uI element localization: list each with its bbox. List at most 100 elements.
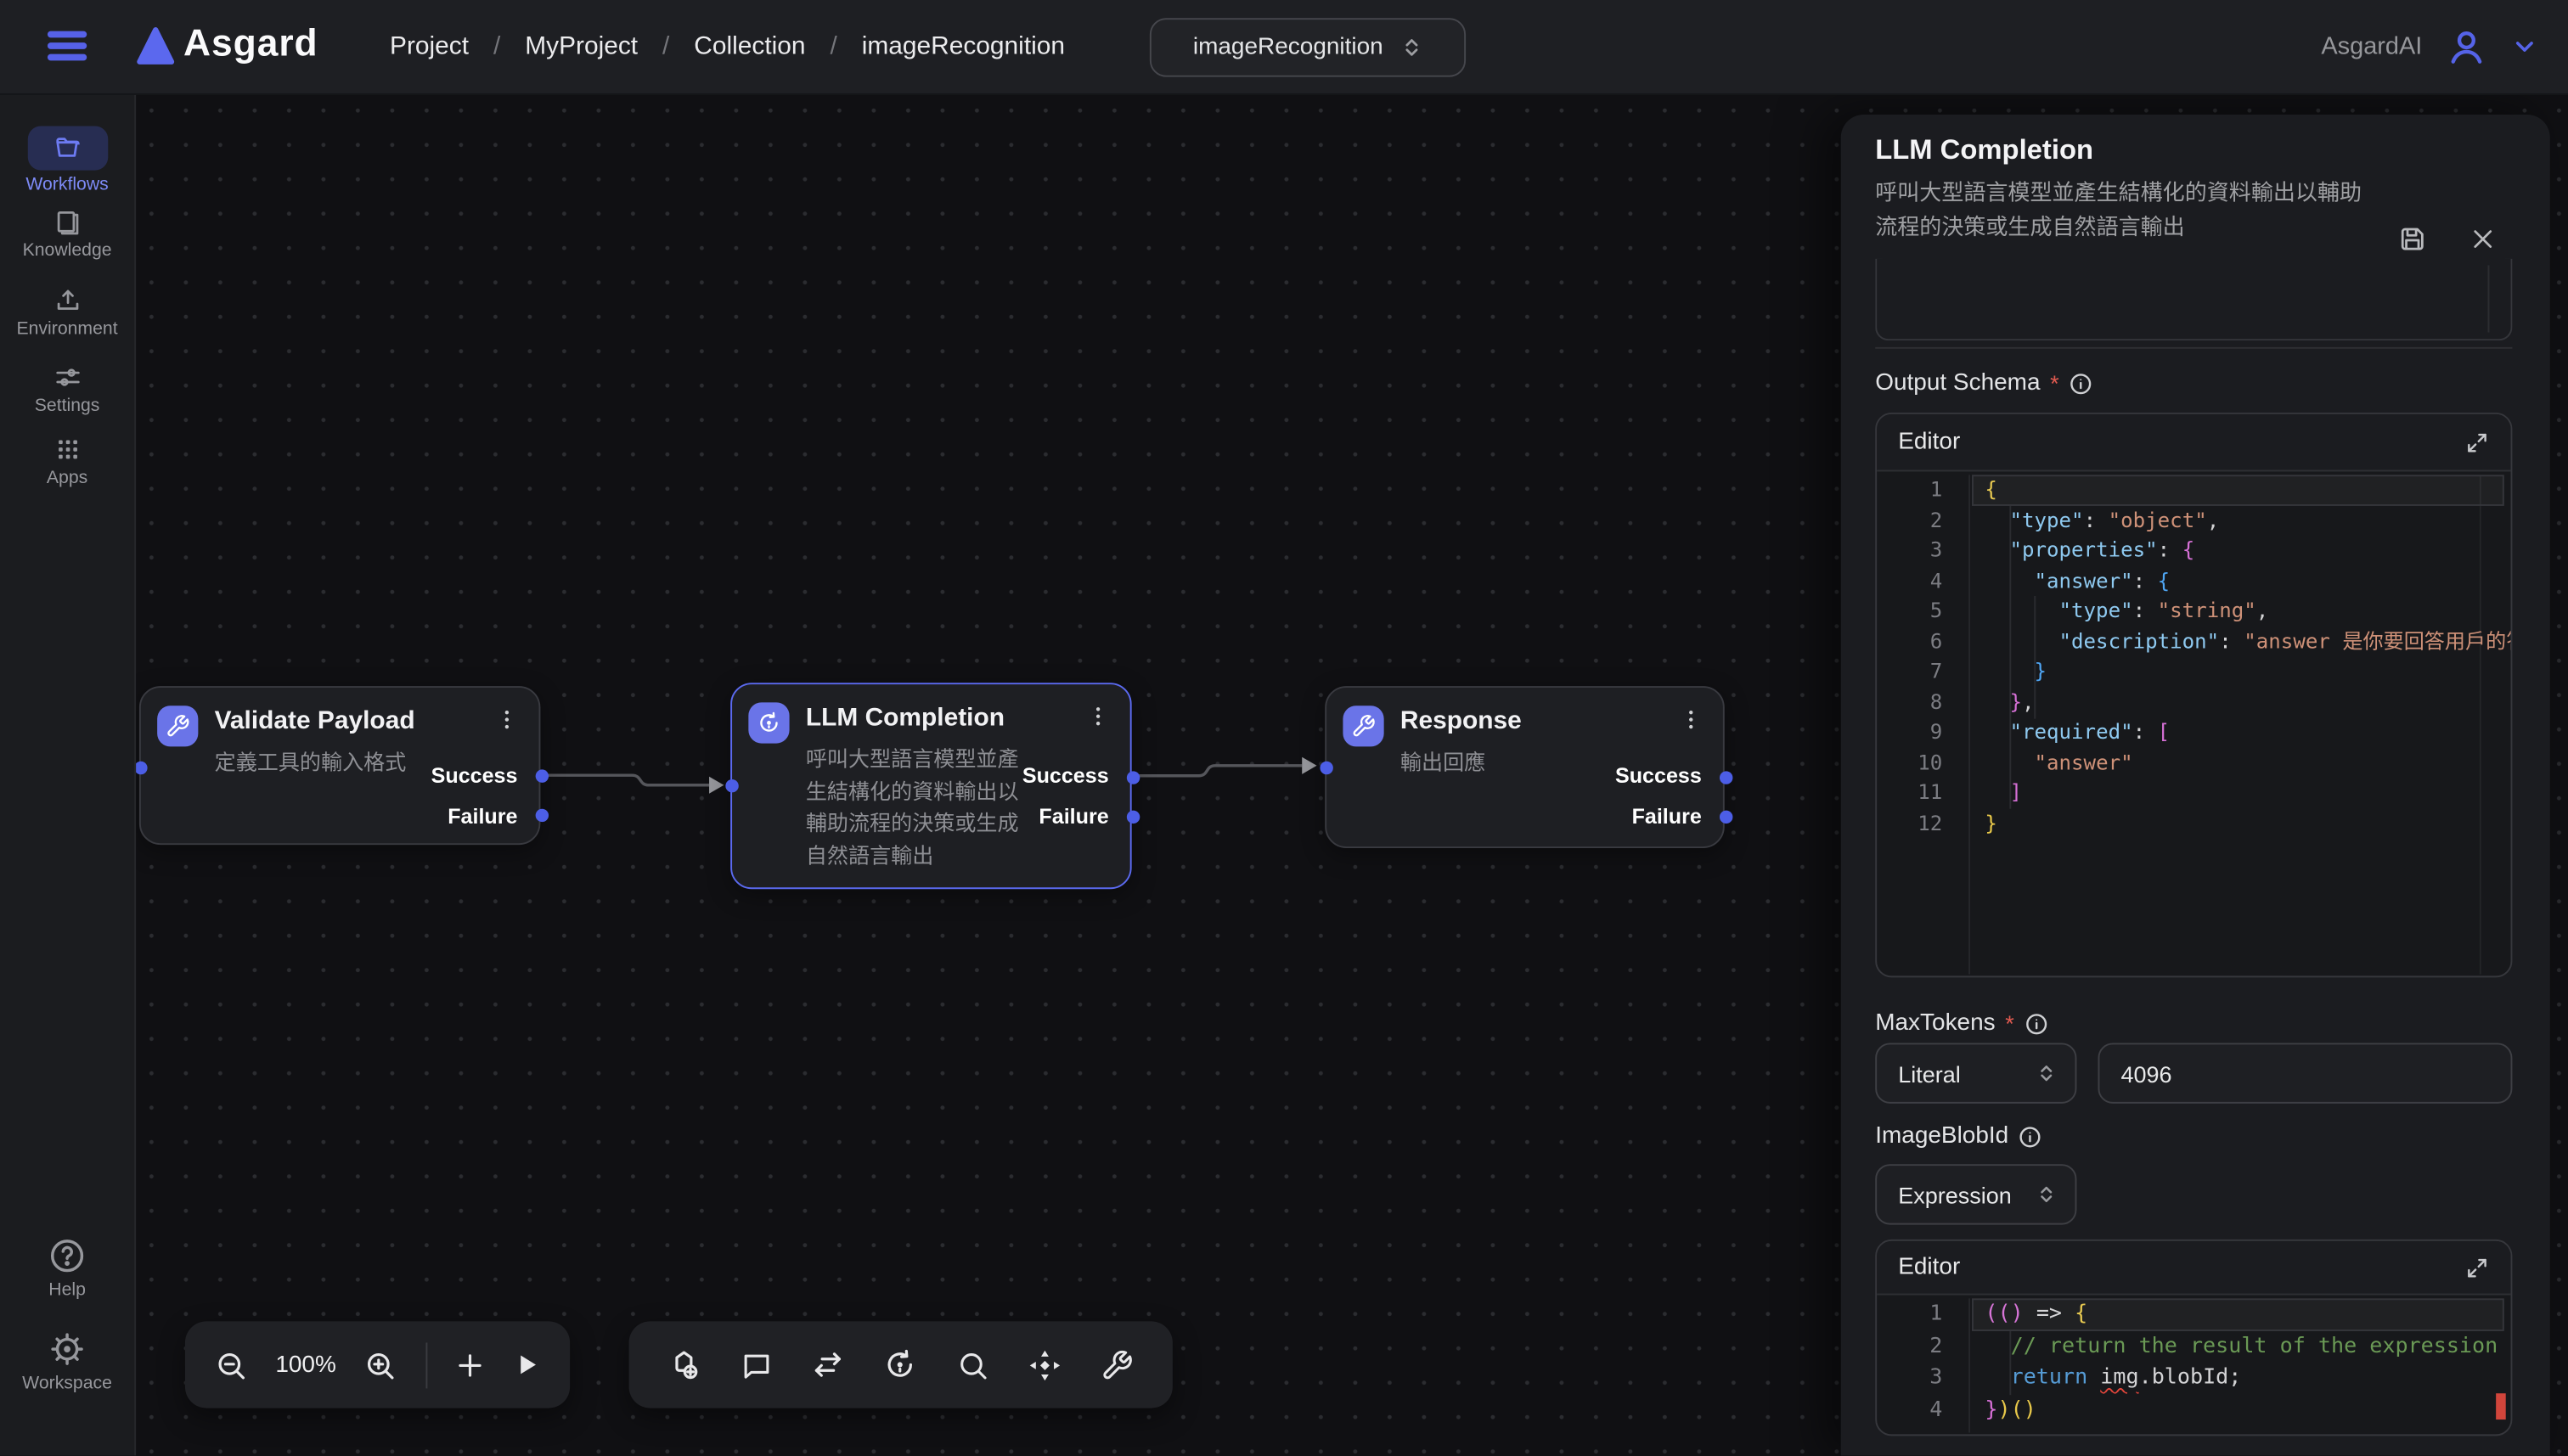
brand-logo-icon (134, 25, 177, 67)
workflow-selector-value: imageRecognition (1193, 34, 1383, 60)
output-schema-editor: Editor 1{2 "type": "object",3 "propertie… (1875, 413, 2512, 977)
code-line: 2 "type": "object", (1877, 505, 2510, 536)
zoom-in-icon[interactable] (364, 1348, 397, 1381)
app-window: Asgard Project / MyProject / Collection … (0, 0, 2568, 1455)
user-name: AsgardAI (2321, 33, 2422, 61)
search-icon[interactable] (956, 1348, 989, 1381)
sidebar-item-help[interactable]: Help (0, 1236, 134, 1300)
max-tokens-input[interactable] (2098, 1043, 2512, 1103)
breadcrumb: Project / MyProject / Collection / image… (390, 0, 1065, 93)
select-value: Expression (1898, 1181, 2012, 1207)
info-icon[interactable] (2024, 1011, 2048, 1036)
code-line: 10 "answer" (1877, 747, 2510, 778)
canvas-tools-toolbar (629, 1321, 1173, 1408)
code-line: 9 "required": [ (1877, 717, 2510, 748)
node-config-panel: LLM Completion 呼叫大型語言模型並產生結構化的資料輸出以輔助流程的… (1841, 115, 2550, 1455)
input-port[interactable] (725, 779, 738, 792)
failure-port[interactable] (1127, 811, 1140, 824)
sidebar-item-knowledge[interactable]: Knowledge (0, 208, 134, 261)
chevron-down-icon[interactable] (2510, 33, 2538, 61)
comment-icon[interactable] (741, 1348, 774, 1381)
image-blob-id-mode-select[interactable]: Expression (1875, 1164, 2076, 1224)
kebab-menu-icon[interactable] (1679, 707, 1704, 732)
sidebar-item-label: Settings (35, 396, 100, 416)
wrench-icon[interactable] (1101, 1348, 1134, 1381)
breadcrumb-collection[interactable]: Collection (694, 32, 805, 62)
output-failure-label: Failure (1039, 804, 1108, 829)
run-button-icon[interactable] (513, 1351, 541, 1379)
input-port[interactable] (134, 761, 147, 773)
code-line: 12} (1877, 808, 2510, 839)
breadcrumb-workflow[interactable]: imageRecognition (862, 32, 1065, 62)
sidebar-item-workspace[interactable]: Workspace (0, 1330, 134, 1393)
info-icon[interactable] (2069, 371, 2093, 396)
node-llm-completion[interactable]: LLM Completion 呼叫大型語言模型並產生結構化的資料輸出以輔助流程的… (730, 683, 1131, 889)
move-icon[interactable] (1027, 1346, 1062, 1382)
expand-icon[interactable] (2464, 1255, 2489, 1279)
node-title: Validate Payload (215, 707, 415, 737)
upload-icon (54, 286, 82, 314)
input-port[interactable] (1320, 761, 1332, 773)
sidebar-item-label: Environment (16, 319, 117, 339)
close-icon[interactable] (2469, 226, 2496, 252)
swap-arrows-icon[interactable] (811, 1347, 846, 1382)
select-value: Literal (1898, 1060, 1961, 1087)
sidebar-item-label: Workflows (25, 175, 108, 194)
zoom-out-icon[interactable] (215, 1348, 248, 1381)
success-port[interactable] (1720, 770, 1732, 783)
node-title: LLM Completion (806, 704, 1005, 734)
breadcrumb-separator: / (662, 32, 669, 62)
llm-cycle-icon[interactable] (883, 1347, 918, 1382)
node-title: Response (1400, 707, 1522, 737)
user-avatar-icon[interactable] (2445, 25, 2487, 68)
failure-port[interactable] (1720, 811, 1732, 824)
panel-title: LLM Completion (1875, 134, 2093, 167)
info-icon[interactable] (2019, 1124, 2043, 1149)
updown-chevron-icon (2036, 1063, 2057, 1084)
sidebar: Workflows Knowledge Environment Settings… (0, 93, 136, 1456)
image-blob-id-editor: Editor 1(() => {2 // return the result o… (1875, 1240, 2512, 1436)
apps-grid-icon (54, 436, 82, 464)
code-line: 1{ (1877, 475, 2510, 505)
code-line: 1(() => { (1877, 1298, 2510, 1330)
updown-chevron-icon (2036, 1183, 2057, 1205)
save-icon[interactable] (2397, 224, 2427, 254)
image-blob-id-label: ImageBlobId (1875, 1122, 2043, 1151)
success-port[interactable] (536, 770, 549, 783)
code-line: 6 "description": "answer 是你要回答用戶的答 (1877, 627, 2510, 657)
node-response[interactable]: Response 輸出回應 Success Failure (1325, 686, 1725, 848)
sidebar-item-environment[interactable]: Environment (0, 286, 134, 339)
sliders-icon (54, 363, 82, 391)
workflow-selector-dropdown[interactable]: imageRecognition (1150, 18, 1466, 76)
breadcrumb-myproject[interactable]: MyProject (525, 32, 638, 62)
add-button[interactable] (455, 1350, 485, 1380)
sidebar-item-workflows[interactable]: Workflows (0, 126, 134, 194)
breadcrumb-project[interactable]: Project (390, 32, 469, 62)
brand-name: Asgard (183, 21, 318, 65)
zoom-level: 100% (275, 1352, 336, 1378)
failure-port[interactable] (536, 809, 549, 822)
node-validate-payload[interactable]: Validate Payload 定義工具的輸入格式 Success Failu… (139, 686, 540, 845)
sidebar-item-apps[interactable]: Apps (0, 436, 134, 488)
help-circle-icon (48, 1236, 87, 1275)
code-editor-content[interactable]: 1(() => {2 // return the result of the e… (1877, 1295, 2510, 1436)
code-line: 4 "answer": { (1877, 565, 2510, 596)
sidebar-item-label: Apps (47, 469, 87, 488)
code-line: 3 return img.blobId; (1877, 1363, 2510, 1395)
gear-icon (48, 1330, 87, 1369)
scrolled-field-remnant[interactable] (1875, 259, 2512, 340)
hamburger-menu-icon[interactable] (46, 26, 88, 65)
editor-header: Editor (1877, 1241, 2510, 1296)
kebab-menu-icon[interactable] (1086, 704, 1111, 728)
user-menu[interactable]: AsgardAI (2321, 0, 2538, 93)
max-tokens-mode-select[interactable]: Literal (1875, 1043, 2076, 1103)
success-port[interactable] (1127, 770, 1140, 783)
sidebar-item-settings[interactable]: Settings (0, 363, 134, 416)
node-subtitle: 定義工具的輸入格式 (215, 746, 407, 779)
node-subtitle: 呼叫大型語言模型並產生結構化的資料輸出以輔助流程的決策或生成自然語言輸出 (806, 744, 1028, 871)
add-node-icon[interactable] (668, 1347, 703, 1382)
top-bar: Asgard Project / MyProject / Collection … (0, 0, 2568, 95)
kebab-menu-icon[interactable] (494, 707, 519, 732)
code-editor-content[interactable]: 1{2 "type": "object",3 "properties": {4 … (1877, 471, 2510, 977)
expand-icon[interactable] (2464, 430, 2489, 454)
